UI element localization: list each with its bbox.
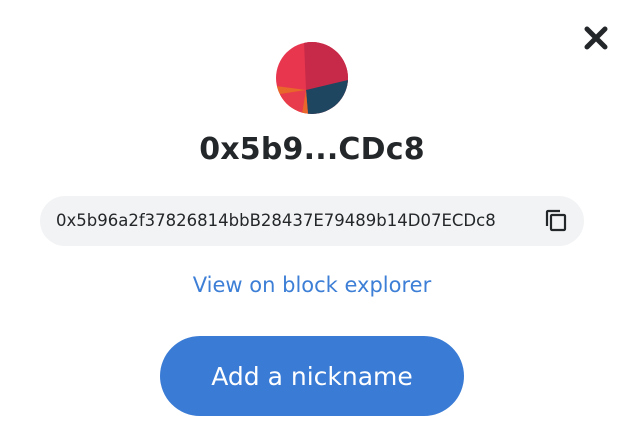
full-address-text: 0x5b96a2f37826814bbB28437E79489b14D07ECD…: [56, 211, 496, 230]
address-pill: 0x5b96a2f37826814bbB28437E79489b14D07ECD…: [40, 196, 584, 246]
account-details-popover: 0x5b9...CDc8 0x5b96a2f37826814bbB28437E7…: [0, 0, 624, 434]
account-short-address: 0x5b9...CDc8: [199, 132, 425, 167]
account-avatar: [276, 42, 348, 114]
close-icon[interactable]: [580, 22, 612, 54]
add-nickname-button[interactable]: Add a nickname: [160, 336, 464, 416]
jazzicon-avatar: [276, 42, 348, 114]
view-on-block-explorer-link[interactable]: View on block explorer: [0, 273, 624, 297]
copy-icon[interactable]: [544, 208, 570, 234]
